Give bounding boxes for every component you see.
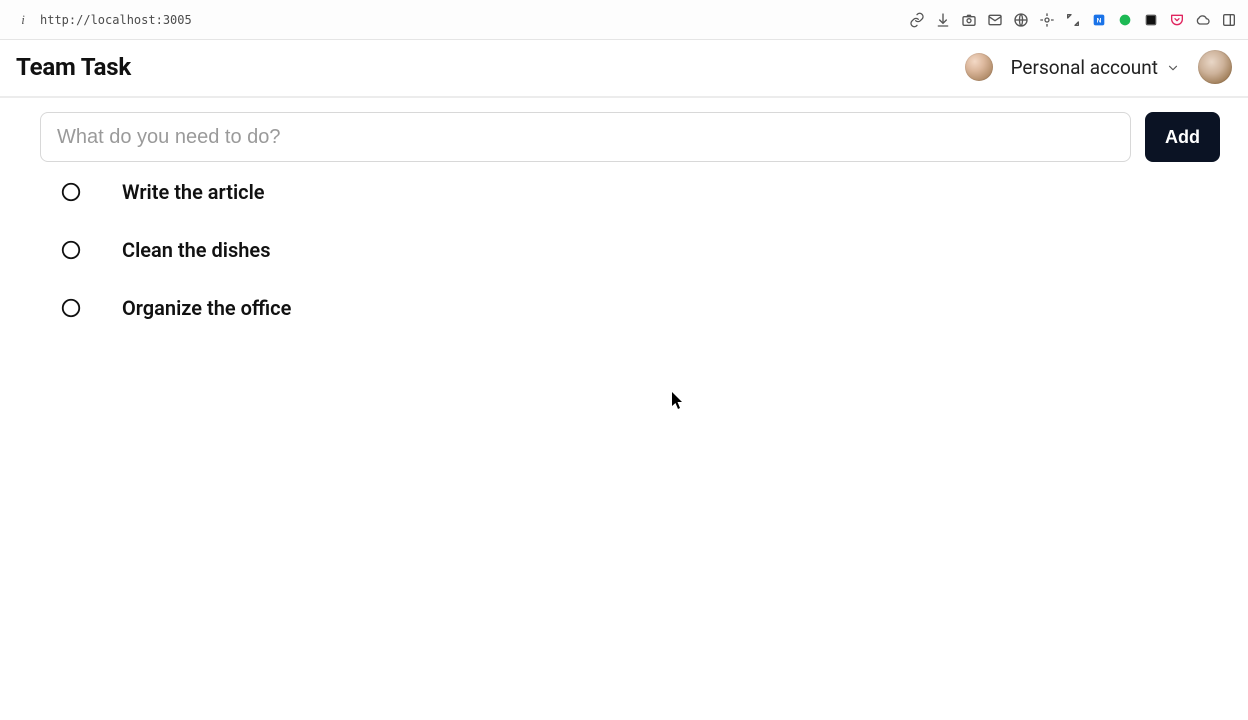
- content-area: Add Write the article Clean the dishes O…: [0, 98, 1248, 320]
- link-icon[interactable]: [908, 11, 926, 29]
- task-checkbox[interactable]: [60, 297, 82, 319]
- url-text[interactable]: http://localhost:3005: [40, 13, 192, 27]
- task-checkbox[interactable]: [60, 239, 82, 261]
- task-label: Organize the office: [122, 296, 291, 320]
- add-task-row: Add: [40, 112, 1220, 162]
- task-item: Write the article: [60, 180, 1220, 204]
- add-button[interactable]: Add: [1145, 112, 1220, 162]
- browser-address-bar: i http://localhost:3005 N: [0, 0, 1248, 40]
- task-label: Clean the dishes: [122, 238, 270, 262]
- app-root: Team Task Personal account Add Write the…: [0, 40, 1248, 720]
- browser-toolbar: N: [908, 11, 1238, 29]
- task-list: Write the article Clean the dishes Organ…: [40, 180, 1220, 320]
- cloud-icon[interactable]: [1194, 11, 1212, 29]
- crosshair-icon[interactable]: [1038, 11, 1056, 29]
- extension-green-icon[interactable]: [1116, 11, 1134, 29]
- download-icon[interactable]: [934, 11, 952, 29]
- task-checkbox[interactable]: [60, 181, 82, 203]
- mouse-cursor: [672, 392, 684, 410]
- user-avatar[interactable]: [1198, 50, 1232, 84]
- task-item: Organize the office: [60, 296, 1220, 320]
- app-title: Team Task: [16, 53, 131, 81]
- team-avatar[interactable]: [965, 53, 993, 81]
- globe-icon[interactable]: [1012, 11, 1030, 29]
- task-label: Write the article: [122, 180, 265, 204]
- pocket-icon[interactable]: [1168, 11, 1186, 29]
- account-switcher[interactable]: Personal account: [1005, 52, 1186, 83]
- camera-icon[interactable]: [960, 11, 978, 29]
- sidebar-panel-icon[interactable]: [1220, 11, 1238, 29]
- mail-icon[interactable]: [986, 11, 1004, 29]
- extension-square-icon[interactable]: [1142, 11, 1160, 29]
- chevron-down-icon: [1166, 60, 1180, 74]
- expand-icon[interactable]: [1064, 11, 1082, 29]
- account-label: Personal account: [1011, 56, 1158, 79]
- app-header: Team Task Personal account: [0, 40, 1248, 98]
- site-info-icon[interactable]: i: [16, 13, 30, 27]
- task-item: Clean the dishes: [60, 238, 1220, 262]
- new-task-input[interactable]: [40, 112, 1131, 162]
- svg-text:N: N: [1097, 17, 1102, 24]
- extension-blue-icon[interactable]: N: [1090, 11, 1108, 29]
